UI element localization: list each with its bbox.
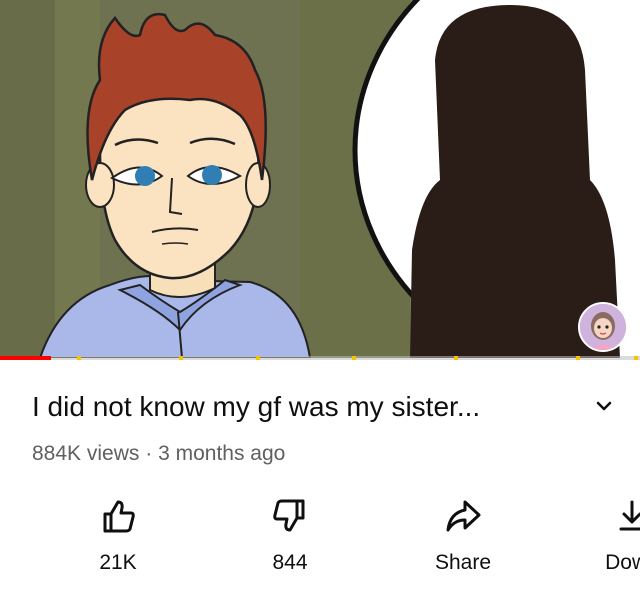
expand-description-button[interactable] — [590, 392, 618, 420]
chapter-marker — [352, 356, 356, 360]
share-label: Share — [434, 551, 492, 574]
view-count: 884K views — [32, 442, 140, 465]
download-label: Down — [605, 551, 640, 574]
video-title[interactable]: I did not know my gf was my sister... — [32, 390, 480, 424]
share-icon — [446, 500, 481, 532]
upload-age: 3 months ago — [158, 442, 286, 465]
action-bar: 21K 844 Share Down — [0, 492, 640, 592]
chapter-marker — [179, 356, 183, 360]
avatar-image — [580, 304, 626, 350]
like-count: 21K — [99, 551, 137, 574]
like-button[interactable]: 21K — [58, 492, 178, 582]
thumbs-up-icon — [103, 500, 135, 533]
video-thumbnail-scene — [0, 0, 640, 358]
channel-avatar[interactable] — [578, 302, 628, 352]
share-button[interactable]: Share — [403, 492, 523, 582]
meta-separator: · — [145, 442, 153, 465]
chapter-marker — [256, 356, 260, 360]
dislike-button[interactable]: 844 — [230, 492, 350, 582]
chapter-marker — [634, 356, 638, 360]
progress-played — [0, 356, 51, 360]
video-metadata: 884K views · 3 months ago — [32, 440, 285, 468]
download-icon — [619, 500, 640, 531]
video-progress-bar[interactable] — [0, 356, 640, 360]
title-row[interactable]: I did not know my gf was my sister... — [32, 386, 622, 426]
dislike-count: 844 — [272, 551, 308, 574]
chapter-marker — [77, 356, 81, 360]
chapter-marker — [454, 356, 458, 360]
thumbs-down-icon — [273, 499, 305, 532]
chevron-down-icon — [596, 401, 612, 411]
download-button[interactable]: Down — [572, 492, 640, 582]
chapter-marker — [576, 356, 580, 360]
video-player[interactable] — [0, 0, 640, 358]
